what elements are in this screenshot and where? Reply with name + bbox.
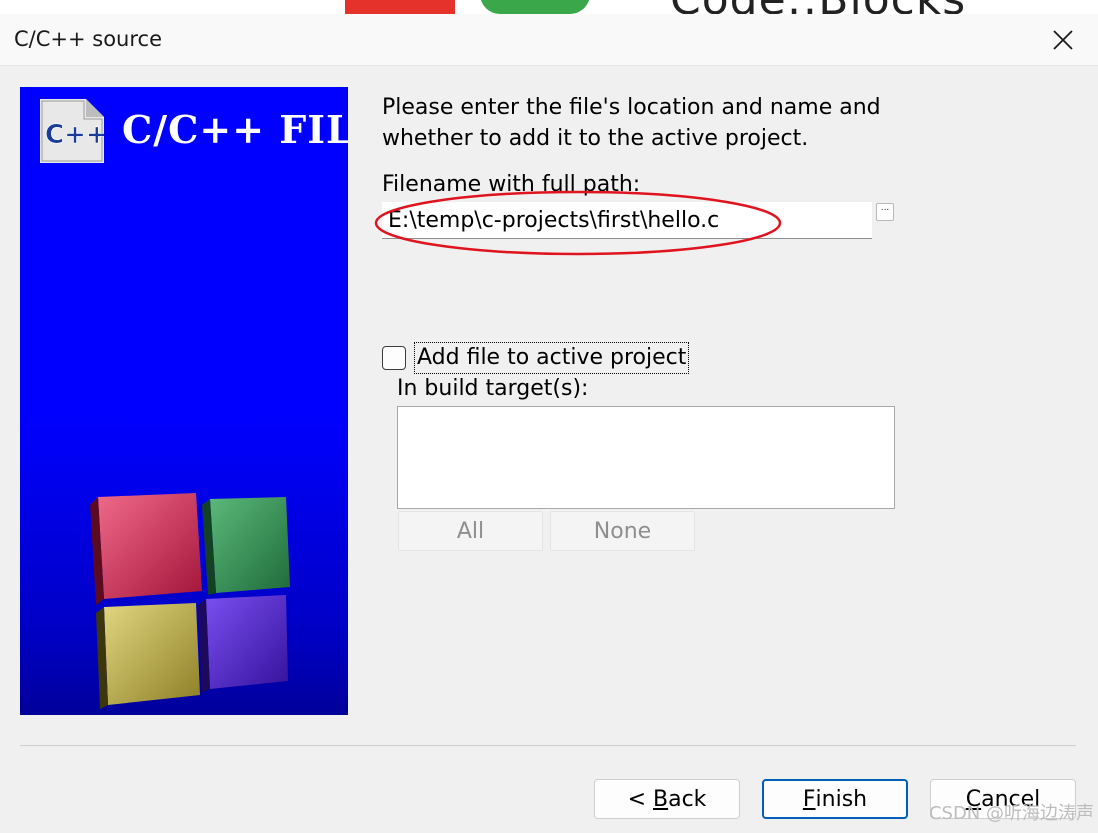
close-button[interactable]: [1028, 14, 1098, 66]
watermark-text: CSDN @听海边涛声: [928, 803, 1094, 824]
backdrop-green-shape: [480, 0, 590, 14]
background-window: Code::Blocks: [0, 0, 1098, 14]
backdrop-app-name: Code::Blocks: [670, 0, 966, 14]
back-button[interactable]: < Back: [594, 779, 740, 819]
wizard-banner: C++ C/C++ FILE: [20, 87, 348, 715]
footer-separator: [20, 745, 1076, 746]
add-to-project-label[interactable]: Add file to active project: [414, 342, 690, 374]
browse-button[interactable]: ...: [876, 203, 894, 221]
select-none-button[interactable]: None: [550, 511, 695, 551]
filename-input[interactable]: [382, 202, 872, 239]
finish-button[interactable]: Finish: [762, 779, 908, 819]
finish-label-rest: inish: [815, 786, 868, 812]
title-bar[interactable]: C/C++ source: [0, 14, 1098, 66]
build-targets-list[interactable]: [397, 406, 895, 509]
close-icon: [1053, 30, 1073, 50]
banner-title: C/C++ FILE: [122, 107, 348, 152]
window-title: C/C++ source: [14, 27, 163, 51]
back-mnemonic: B: [653, 786, 669, 812]
backdrop-red-shape: [345, 0, 455, 14]
cpp-file-icon: C++: [40, 99, 104, 163]
back-label-rest: ack: [668, 786, 707, 812]
filename-label: Filename with full path:: [382, 172, 641, 197]
new-file-dialog: Code::Blocks C/C++ source C++ C/C++ FILE: [0, 0, 1098, 833]
intro-text: Please enter the file's location and nam…: [382, 95, 881, 151]
codeblocks-cubes-image: [90, 493, 290, 709]
back-prefix: <: [627, 786, 653, 812]
cpp-logo-text: C++: [45, 120, 104, 150]
build-targets-label: In build target(s):: [397, 376, 589, 401]
add-to-project-checkbox[interactable]: [382, 346, 406, 370]
select-all-button[interactable]: All: [398, 511, 543, 551]
finish-mnemonic: F: [802, 786, 816, 812]
